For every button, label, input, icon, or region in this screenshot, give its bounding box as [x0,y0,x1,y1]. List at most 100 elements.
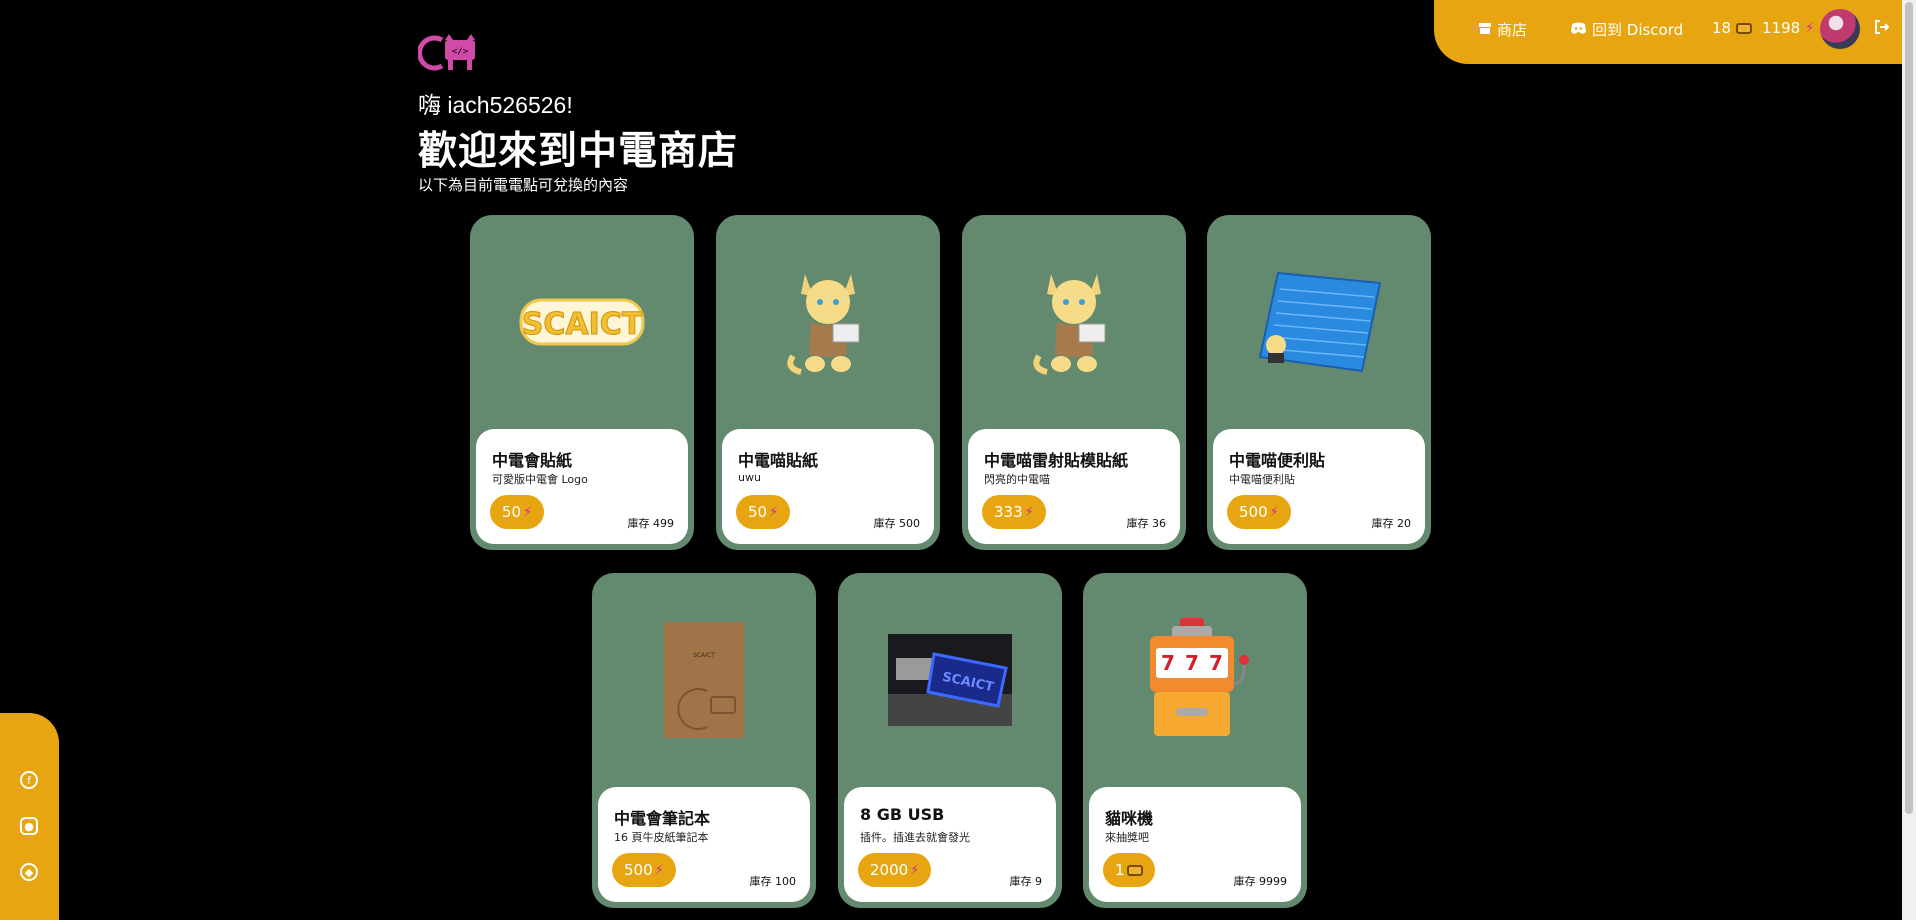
social-bar: f ● ◆ [0,713,59,920]
product-name: 中電喵便利貼 [1229,451,1326,470]
scroll-thumb[interactable] [1905,2,1913,814]
stock-info: 庫存 9999 [1234,873,1288,889]
logo-sticker-image: SCAICT [470,215,694,429]
stock-info: 庫存 100 [750,873,797,889]
product-desc: 來抽獎吧 [1105,831,1149,844]
page-scrollbar[interactable] [1902,0,1916,920]
stock-info: 庫存 20 [1372,515,1412,531]
product-card[interactable]: SCAICT 中電會筆記本 16 頁牛皮紙筆記本 500 ⚡ 庫存 100 [592,573,816,908]
redeem-button[interactable]: 500 ⚡ [612,853,676,887]
price-value: 500 [624,861,653,879]
product-card[interactable]: 中電喵便利貼 中電喵便利貼 500 ⚡ 庫存 20 [1207,215,1431,550]
product-desc: 中電喵便利貼 [1229,473,1295,486]
product-desc: 插件。插進去就會發光 [860,831,970,844]
stock-label: 庫存 [1233,875,1256,888]
logout-icon[interactable] [1874,19,1890,39]
ticket-icon [1736,22,1753,34]
redeem-button[interactable]: 50 ⚡ [490,495,545,529]
product-name: 中電喵雷射貼模貼紙 [984,451,1129,470]
cat-laser-sticker-image [962,215,1186,429]
product-desc: 16 頁牛皮紙筆記本 [614,831,709,844]
usb-image: SCAICT [838,573,1062,787]
ticket-balance: 18 [1712,19,1753,37]
shop-label: 商店 [1497,21,1528,39]
product-name: 貓咪機 [1105,809,1154,828]
svg-text:</>: </> [452,47,469,57]
bolt-icon: ⚡ [910,862,920,878]
product-card[interactable]: SCAICT 中電會貼紙 可愛版中電會 Logo 50 ⚡ 庫存 499 [470,215,694,550]
price-value: 333 [994,503,1023,521]
product-name: 中電喵貼紙 [738,451,819,470]
product-card[interactable]: 中電喵貼紙 uwu 50 ⚡ 庫存 500 [716,215,940,550]
stock-value: 9999 [1259,875,1287,888]
bolt-icon: ⚡ [1024,504,1034,520]
stock-label: 庫存 [627,517,650,530]
redeem-button[interactable]: 500 ⚡ [1227,495,1291,529]
cat-sticker-image [716,215,940,429]
bolt-icon: ⚡ [523,504,533,520]
bolt-icon: ⚡ [1805,20,1815,36]
product-info: 中電喵便利貼 中電喵便利貼 500 ⚡ 庫存 20 [1213,429,1425,544]
stock-value: 20 [1397,517,1411,530]
github-icon[interactable]: ◆ [20,863,38,881]
redeem-button[interactable]: 2000 ⚡ [858,853,932,887]
product-info: 中電會筆記本 16 頁牛皮紙筆記本 500 ⚡ 庫存 100 [598,787,810,902]
bolt-icon: ⚡ [654,862,664,878]
slot-machine-image: 7 7 7 [1083,573,1307,787]
instagram-icon[interactable]: ● [20,817,38,835]
redeem-button[interactable]: 1 [1103,853,1155,887]
notebook-image: SCAICT [592,573,816,787]
greeting: 嗨 iach526526! [418,92,573,118]
product-desc: uwu [738,471,761,484]
slot-symbol: 7 [1209,651,1223,675]
product-info: 中電喵雷射貼模貼紙 閃亮的中電喵 333 ⚡ 庫存 36 [968,429,1180,544]
stock-value: 36 [1152,517,1166,530]
price-value: 50 [502,503,522,521]
product-info: 中電會貼紙 可愛版中電會 Logo 50 ⚡ 庫存 499 [476,429,688,544]
store-icon [1478,21,1492,39]
stock-label: 庫存 [1371,517,1394,530]
stock-label: 庫存 [873,517,896,530]
ticket-icon [1126,864,1143,876]
price-value: 2000 [870,861,909,879]
product-desc: 可愛版中電會 Logo [492,473,588,486]
stock-value: 9 [1035,875,1042,888]
sticker-logo-text: SCAICT [522,307,643,342]
redeem-button[interactable]: 333 ⚡ [982,495,1046,529]
product-name: 8 GB USB [860,805,945,824]
bolt-icon: ⚡ [769,504,779,520]
product-info: 貓咪機 來抽獎吧 1 庫存 9999 [1089,787,1301,902]
redeem-button[interactable]: 50 ⚡ [736,495,791,529]
facebook-icon[interactable]: f [20,771,38,789]
stock-label: 庫存 [749,875,772,888]
product-card[interactable]: 7 7 7 貓咪機 來抽獎吧 1 庫存 9999 [1083,573,1307,908]
stock-info: 庫存 9 [1010,873,1043,889]
avatar[interactable] [1820,9,1860,49]
slot-symbol: 7 [1185,651,1199,675]
notebook-brand: SCAICT [693,652,715,659]
price-value: 50 [748,503,768,521]
product-info: 中電喵貼紙 uwu 50 ⚡ 庫存 500 [722,429,934,544]
sticky-notes-image [1207,215,1431,429]
discord-icon [1570,21,1587,39]
stock-info: 庫存 500 [874,515,921,531]
stock-value: 500 [899,517,920,530]
points-balance: 1198 ⚡ [1762,19,1814,37]
bolt-icon: ⚡ [1269,504,1279,520]
scaict-logo[interactable]: </> [417,34,480,72]
product-info: 8 GB USB 插件。插進去就會發光 2000 ⚡ 庫存 9 [844,787,1056,902]
discord-label: 回到 Discord [1592,21,1684,39]
page-title: 歡迎來到中電商店 [418,129,739,174]
shop-link[interactable]: 商店 [1478,19,1527,40]
top-nav: 商店 回到 Discord 18 1198 ⚡ [1434,0,1902,64]
product-card[interactable]: 中電喵雷射貼模貼紙 閃亮的中電喵 333 ⚡ 庫存 36 [962,215,1186,550]
product-name: 中電會貼紙 [492,451,573,470]
discord-link[interactable]: 回到 Discord [1570,19,1683,40]
product-card[interactable]: SCAICT 8 GB USB 插件。插進去就會發光 2000 ⚡ 庫存 9 [838,573,1062,908]
stock-label: 庫存 [1126,517,1149,530]
points-count: 1198 [1762,19,1801,37]
product-name: 中電會筆記本 [614,809,711,828]
stock-label: 庫存 [1009,875,1032,888]
ticket-count: 18 [1712,19,1732,37]
price-value: 500 [1239,503,1268,521]
